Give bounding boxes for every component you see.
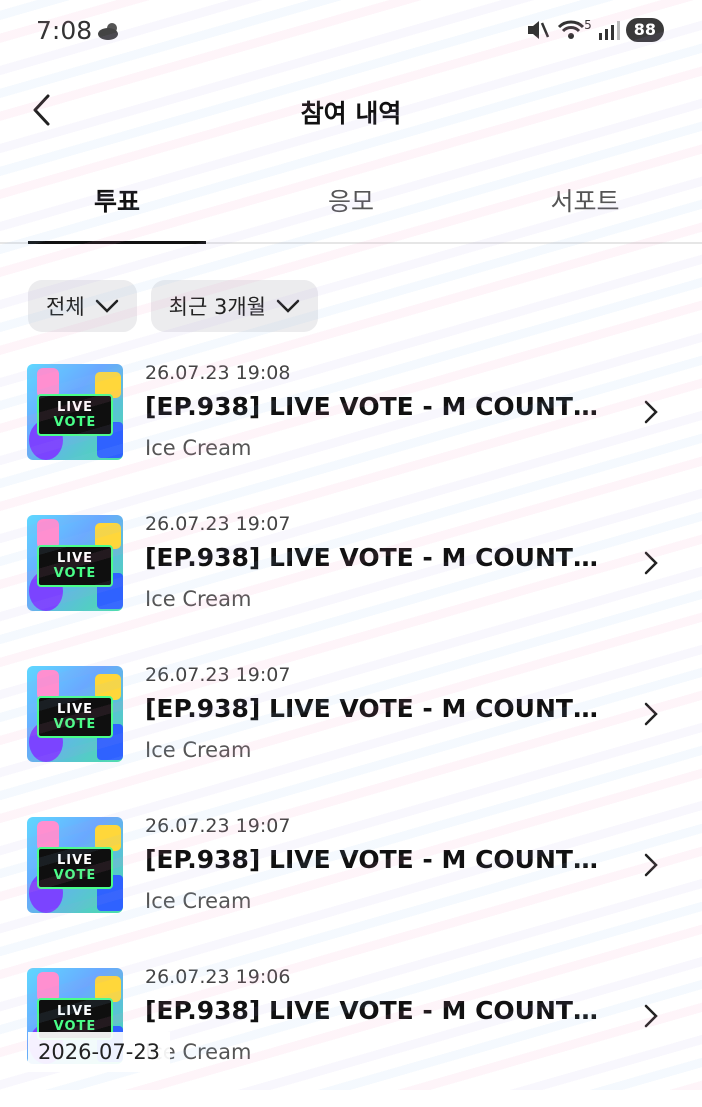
signal-icon: [598, 21, 620, 40]
chevron-right-icon: [644, 400, 658, 424]
item-subtitle: Ice Cream: [145, 587, 252, 611]
item-title: [EP.938] LIVE VOTE - M COUNTDO...: [145, 845, 615, 874]
header: 참여 내역: [0, 70, 702, 150]
category-filter-dropdown[interactable]: 전체: [28, 280, 137, 332]
chevron-right-icon: [644, 1004, 658, 1028]
status-bar: 7:08 5 88: [0, 0, 702, 62]
participation-list: LIVE VOTE 26.07.23 19:08 [EP.938] LIVE VO…: [0, 352, 702, 1107]
list-item[interactable]: LIVE VOTE 26.07.23 19:08 [EP.938] LIVE VO…: [0, 352, 702, 503]
weather-cloud-icon: [98, 23, 118, 40]
thumb-live-text: LIVE: [56, 853, 94, 868]
item-subtitle: Ice Cream: [145, 738, 252, 762]
chevron-right-icon: [644, 702, 658, 726]
thumb-live-text: LIVE: [56, 1004, 94, 1019]
status-icons: 5 88: [526, 18, 664, 42]
period-filter-dropdown[interactable]: 최근 3개월: [150, 280, 318, 332]
list-item[interactable]: LIVE VOTE 26.07.23 19:07 [EP.938] LIVE VO…: [0, 654, 702, 805]
status-time: 7:08: [36, 16, 93, 45]
tab-support[interactable]: 서포트: [496, 182, 674, 218]
list-item[interactable]: LIVE VOTE 26.07.23 19:07 [EP.938] LIVE VO…: [0, 805, 702, 956]
tab-vote[interactable]: 투표: [28, 182, 206, 218]
period-filter-label: 최근 3개월: [168, 295, 266, 319]
battery-badge: 88: [625, 18, 664, 42]
thumb-live-text: LIVE: [56, 702, 94, 717]
thumb-live-text: LIVE: [56, 551, 94, 566]
chevron-down-icon: [276, 299, 300, 313]
network-badge: 5: [584, 18, 592, 32]
item-date: 26.07.23 19:06: [145, 966, 291, 988]
page-title: 참여 내역: [300, 99, 402, 128]
thumb-vote-text: VOTE: [53, 717, 97, 732]
thumb-live-text: LIVE: [56, 400, 94, 415]
item-date: 26.07.23 19:07: [145, 513, 291, 535]
item-title: [EP.938] LIVE VOTE - M COUNTDO...: [145, 543, 615, 572]
date-stamp-overlay: 2026-07-23: [28, 1032, 171, 1072]
chevron-right-icon: [644, 853, 658, 877]
list-item[interactable]: LIVE VOTE 26.07.23 19:07 [EP.938] LIVE VO…: [0, 503, 702, 654]
thumb-vote-text: VOTE: [53, 415, 97, 430]
thumb-vote-text: VOTE: [53, 566, 97, 581]
item-subtitle: Ice Cream: [145, 889, 252, 913]
item-title: [EP.938] LIVE VOTE - M COUNTDO...: [145, 996, 615, 1025]
item-title: [EP.938] LIVE VOTE - M COUNTDO...: [145, 392, 615, 421]
item-date: 26.07.23 19:07: [145, 815, 291, 837]
tab-apply[interactable]: 응모: [262, 182, 440, 218]
vote-thumbnail: LIVE VOTE: [27, 364, 123, 460]
item-date: 26.07.23 19:07: [145, 664, 291, 686]
chevron-down-icon: [95, 299, 118, 313]
vote-thumbnail: LIVE VOTE: [27, 817, 123, 913]
vote-thumbnail: LIVE VOTE: [27, 666, 123, 762]
item-date: 26.07.23 19:08: [145, 362, 291, 384]
tab-bar: 투표 응모 서포트: [0, 170, 702, 244]
chevron-right-icon: [644, 551, 658, 575]
item-subtitle: Ice Cream: [145, 436, 252, 460]
wifi-icon: [558, 20, 585, 39]
mute-icon: [528, 21, 550, 39]
thumb-vote-text: VOTE: [53, 868, 97, 883]
filter-bar: 전체 최근 3개월: [28, 280, 318, 332]
vote-thumbnail: LIVE VOTE: [27, 515, 123, 611]
category-filter-label: 전체: [46, 295, 85, 319]
item-title: [EP.938] LIVE VOTE - M COUNTDO...: [145, 694, 615, 723]
active-tab-indicator: [28, 241, 206, 244]
